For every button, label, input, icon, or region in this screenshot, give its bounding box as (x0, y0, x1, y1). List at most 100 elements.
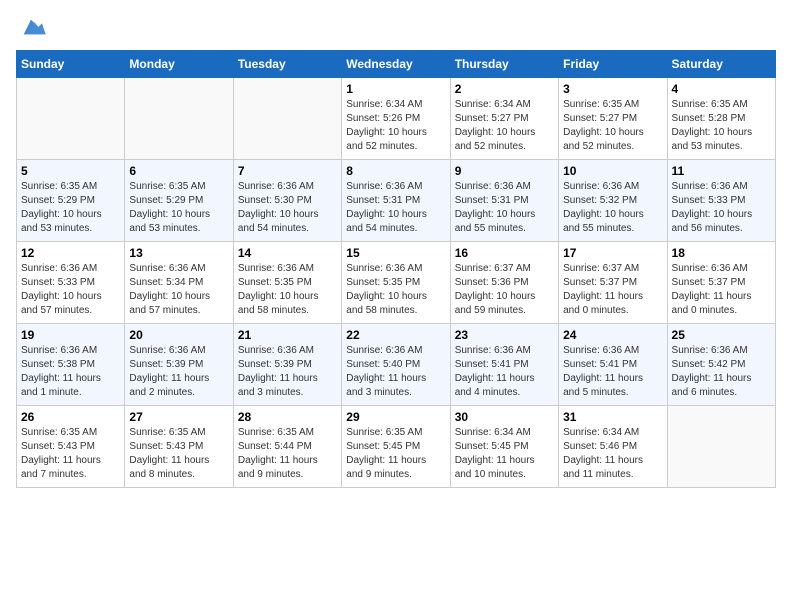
calendar-cell: 2Sunrise: 6:34 AM Sunset: 5:27 PM Daylig… (450, 78, 558, 160)
weekday-header: Thursday (450, 51, 558, 78)
calendar-cell: 21 Sunrise: 6:36 AM Sunset: 5:39 PM Dayli… (233, 324, 341, 406)
weekday-header: Friday (559, 51, 667, 78)
day-number: 13 (129, 246, 228, 260)
day-number: 28 (238, 410, 337, 424)
day-number: 18 (672, 246, 771, 260)
day-number: 23 (455, 328, 554, 342)
calendar-header: SundayMondayTuesdayWednesdayThursdayFrid… (17, 51, 776, 78)
day-info: Sunrise: 6:34 AM Sunset: 5:46 PM Dayligh… (563, 426, 662, 482)
day-number: 26 (21, 410, 120, 424)
day-number: 2 (455, 82, 554, 96)
weekday-header: Sunday (17, 51, 125, 78)
calendar-week-row: 5 Sunrise: 6:35 AM Sunset: 5:29 PM Daylig… (17, 160, 776, 242)
day-number: 31 (563, 410, 662, 424)
calendar-cell: 14 Sunrise: 6:36 AM Sunset: 5:35 PM Dayli… (233, 242, 341, 324)
calendar-cell: 22Sunrise: 6:36 AM Sunset: 5:40 PM Dayli… (342, 324, 450, 406)
day-info: Sunrise: 6:36 AM Sunset: 5:33 PM Dayligh… (21, 262, 120, 318)
day-number: 5 (21, 164, 120, 178)
day-number: 8 (346, 164, 445, 178)
day-info: Sunrise: 6:36 AM Sunset: 5:33 PM Dayligh… (672, 180, 771, 236)
day-info: Sunrise: 6:35 AM Sunset: 5:27 PM Dayligh… (563, 98, 662, 154)
calendar-cell: 28 Sunrise: 6:35 AM Sunset: 5:44 PM Dayli… (233, 406, 341, 488)
day-number: 15 (346, 246, 445, 260)
day-number: 1 (346, 82, 445, 96)
logo-icon (16, 16, 46, 38)
calendar-cell: 4 Sunrise: 6:35 AM Sunset: 5:28 PM Daylig… (667, 78, 775, 160)
day-info: Sunrise: 6:36 AM Sunset: 5:34 PM Dayligh… (129, 262, 228, 318)
day-info: Sunrise: 6:35 AM Sunset: 5:43 PM Dayligh… (21, 426, 120, 482)
day-number: 16 (455, 246, 554, 260)
weekday-header: Tuesday (233, 51, 341, 78)
day-info: Sunrise: 6:37 AM Sunset: 5:37 PM Dayligh… (563, 262, 662, 318)
calendar-cell: 3 Sunrise: 6:35 AM Sunset: 5:27 PM Daylig… (559, 78, 667, 160)
day-info: Sunrise: 6:36 AM Sunset: 5:31 PM Dayligh… (455, 180, 554, 236)
day-number: 17 (563, 246, 662, 260)
day-info: Sunrise: 6:35 AM Sunset: 5:44 PM Dayligh… (238, 426, 337, 482)
calendar-cell: 19 Sunrise: 6:36 AM Sunset: 5:38 PM Dayli… (17, 324, 125, 406)
day-number: 24 (563, 328, 662, 342)
calendar-cell: 10 Sunrise: 6:36 AM Sunset: 5:32 PM Dayli… (559, 160, 667, 242)
day-info: Sunrise: 6:34 AM Sunset: 5:26 PM Dayligh… (346, 98, 445, 154)
weekday-header: Monday (125, 51, 233, 78)
day-info: Sunrise: 6:36 AM Sunset: 5:41 PM Dayligh… (455, 344, 554, 400)
calendar-cell: 29Sunrise: 6:35 AM Sunset: 5:45 PM Dayli… (342, 406, 450, 488)
day-number: 12 (21, 246, 120, 260)
calendar-week-row: 19 Sunrise: 6:36 AM Sunset: 5:38 PM Dayli… (17, 324, 776, 406)
day-info: Sunrise: 6:36 AM Sunset: 5:39 PM Dayligh… (238, 344, 337, 400)
calendar-cell: 16 Sunrise: 6:37 AM Sunset: 5:36 PM Dayli… (450, 242, 558, 324)
day-info: Sunrise: 6:36 AM Sunset: 5:32 PM Dayligh… (563, 180, 662, 236)
day-number: 3 (563, 82, 662, 96)
day-number: 11 (672, 164, 771, 178)
day-number: 20 (129, 328, 228, 342)
calendar-week-row: 1 Sunrise: 6:34 AM Sunset: 5:26 PM Daylig… (17, 78, 776, 160)
calendar-cell: 20 Sunrise: 6:36 AM Sunset: 5:39 PM Dayli… (125, 324, 233, 406)
calendar-cell (125, 78, 233, 160)
calendar-cell: 17 Sunrise: 6:37 AM Sunset: 5:37 PM Dayli… (559, 242, 667, 324)
day-number: 29 (346, 410, 445, 424)
day-number: 30 (455, 410, 554, 424)
day-info: Sunrise: 6:37 AM Sunset: 5:36 PM Dayligh… (455, 262, 554, 318)
calendar-cell: 15 Sunrise: 6:36 AM Sunset: 5:35 PM Dayli… (342, 242, 450, 324)
day-info: Sunrise: 6:34 AM Sunset: 5:45 PM Dayligh… (455, 426, 554, 482)
day-info: Sunrise: 6:36 AM Sunset: 5:31 PM Dayligh… (346, 180, 445, 236)
calendar-week-row: 26 Sunrise: 6:35 AM Sunset: 5:43 PM Dayli… (17, 406, 776, 488)
day-info: Sunrise: 6:36 AM Sunset: 5:35 PM Dayligh… (238, 262, 337, 318)
day-number: 10 (563, 164, 662, 178)
day-info: Sunrise: 6:36 AM Sunset: 5:42 PM Dayligh… (672, 344, 771, 400)
day-info: Sunrise: 6:36 AM Sunset: 5:37 PM Dayligh… (672, 262, 771, 318)
calendar-cell: 13 Sunrise: 6:36 AM Sunset: 5:34 PM Dayli… (125, 242, 233, 324)
day-number: 14 (238, 246, 337, 260)
calendar-cell: 27 Sunrise: 6:35 AM Sunset: 5:43 PM Dayli… (125, 406, 233, 488)
calendar-cell: 8 Sunrise: 6:36 AM Sunset: 5:31 PM Daylig… (342, 160, 450, 242)
calendar-cell (17, 78, 125, 160)
day-info: Sunrise: 6:35 AM Sunset: 5:43 PM Dayligh… (129, 426, 228, 482)
day-info: Sunrise: 6:35 AM Sunset: 5:29 PM Dayligh… (21, 180, 120, 236)
calendar-cell: 5 Sunrise: 6:35 AM Sunset: 5:29 PM Daylig… (17, 160, 125, 242)
day-number: 21 (238, 328, 337, 342)
day-number: 6 (129, 164, 228, 178)
day-number: 7 (238, 164, 337, 178)
day-number: 4 (672, 82, 771, 96)
calendar-cell: 25 Sunrise: 6:36 AM Sunset: 5:42 PM Dayli… (667, 324, 775, 406)
day-number: 27 (129, 410, 228, 424)
weekday-header: Saturday (667, 51, 775, 78)
calendar-cell: 31 Sunrise: 6:34 AM Sunset: 5:46 PM Dayli… (559, 406, 667, 488)
calendar-cell: 12 Sunrise: 6:36 AM Sunset: 5:33 PM Dayli… (17, 242, 125, 324)
day-info: Sunrise: 6:35 AM Sunset: 5:29 PM Dayligh… (129, 180, 228, 236)
calendar-week-row: 12 Sunrise: 6:36 AM Sunset: 5:33 PM Dayli… (17, 242, 776, 324)
calendar-cell: 6 Sunrise: 6:35 AM Sunset: 5:29 PM Daylig… (125, 160, 233, 242)
day-info: Sunrise: 6:36 AM Sunset: 5:39 PM Dayligh… (129, 344, 228, 400)
day-number: 25 (672, 328, 771, 342)
day-info: Sunrise: 6:36 AM Sunset: 5:38 PM Dayligh… (21, 344, 120, 400)
calendar-cell: 24 Sunrise: 6:36 AM Sunset: 5:41 PM Dayli… (559, 324, 667, 406)
day-info: Sunrise: 6:36 AM Sunset: 5:41 PM Dayligh… (563, 344, 662, 400)
day-number: 19 (21, 328, 120, 342)
calendar-cell: 26 Sunrise: 6:35 AM Sunset: 5:43 PM Dayli… (17, 406, 125, 488)
calendar-cell: 11 Sunrise: 6:36 AM Sunset: 5:33 PM Dayli… (667, 160, 775, 242)
day-number: 9 (455, 164, 554, 178)
calendar-cell: 18 Sunrise: 6:36 AM Sunset: 5:37 PM Dayli… (667, 242, 775, 324)
calendar-cell: 30 Sunrise: 6:34 AM Sunset: 5:45 PM Dayli… (450, 406, 558, 488)
day-info: Sunrise: 6:36 AM Sunset: 5:35 PM Dayligh… (346, 262, 445, 318)
calendar-cell: 1 Sunrise: 6:34 AM Sunset: 5:26 PM Daylig… (342, 78, 450, 160)
day-info: Sunrise: 6:35 AM Sunset: 5:28 PM Dayligh… (672, 98, 771, 154)
